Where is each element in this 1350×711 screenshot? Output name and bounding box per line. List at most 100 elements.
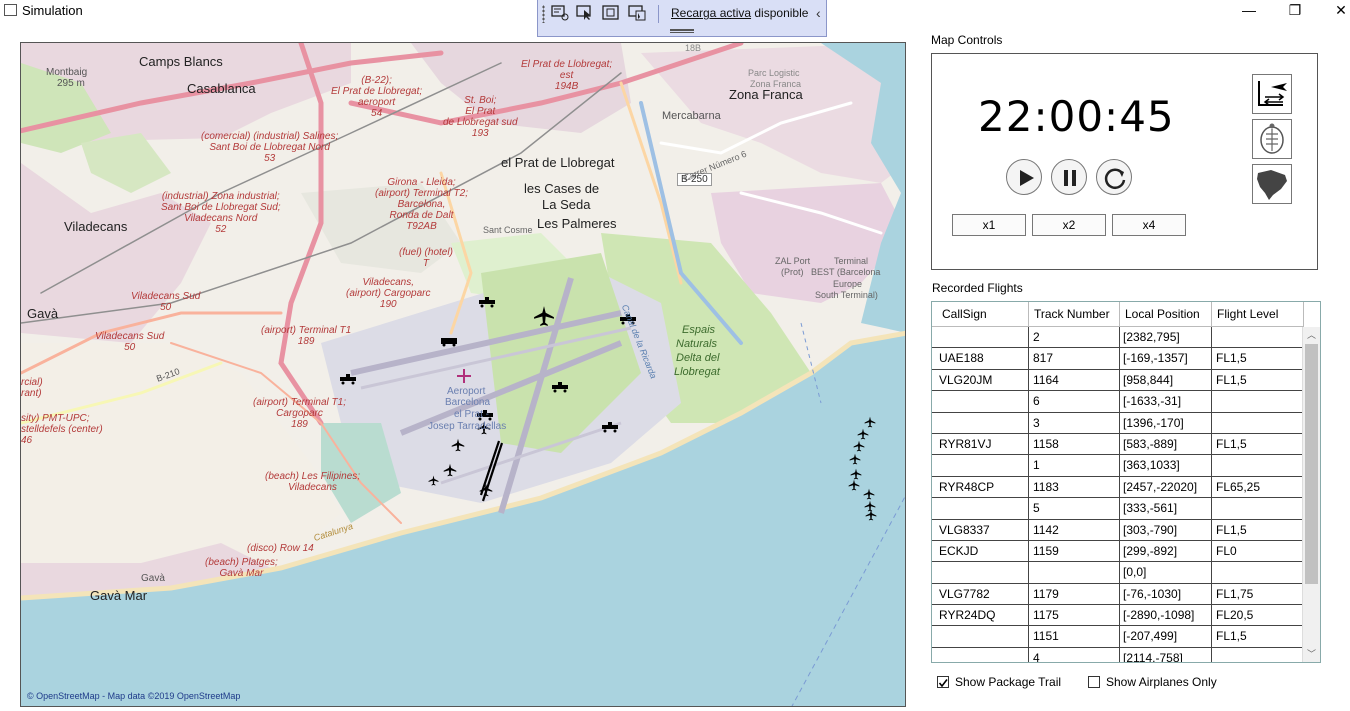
airplane-icon[interactable]: [428, 475, 439, 486]
airplane-icon[interactable]: [857, 428, 869, 440]
cell-callsign[interactable]: RYR48CP: [932, 476, 1029, 498]
airplane-icon[interactable]: [864, 416, 876, 428]
cell-callsign[interactable]: [932, 562, 1029, 583]
table-scrollbar[interactable]: ︿ ﹀: [1302, 327, 1320, 662]
cell-local-position[interactable]: [299,-892]: [1120, 540, 1212, 562]
cell-track-number[interactable]: 5: [1029, 498, 1120, 519]
cell-callsign[interactable]: [932, 498, 1029, 519]
cell-callsign[interactable]: [932, 455, 1029, 476]
catalonia-view-button[interactable]: [1252, 164, 1292, 204]
ground-vehicle-icon[interactable]: [601, 421, 619, 433]
screen-settings-icon[interactable]: [551, 5, 569, 21]
cell-flight-level[interactable]: [1212, 391, 1304, 412]
cell-local-position[interactable]: [0,0]: [1120, 562, 1212, 583]
drag-grip-icon[interactable]: [542, 5, 545, 23]
table-row[interactable]: 2 [2382,795]: [932, 327, 1304, 349]
show-airplanes-only-label[interactable]: Show Airplanes Only: [1106, 675, 1217, 689]
cell-track-number[interactable]: 1151: [1029, 626, 1120, 647]
cell-flight-level[interactable]: [1212, 327, 1304, 348]
table-row[interactable]: VLG7782 1179 [-76,-1030] FL1,75: [932, 583, 1304, 606]
cell-local-position[interactable]: [363,1033]: [1120, 455, 1212, 476]
cell-flight-level[interactable]: [1212, 412, 1304, 433]
airplane-icon[interactable]: [451, 438, 465, 452]
speed-x4-button[interactable]: x4: [1112, 214, 1186, 236]
table-row[interactable]: RYR24DQ 1175 [-2890,-1098] FL20,5: [932, 605, 1304, 627]
airplane-icon[interactable]: [849, 453, 861, 465]
column-header-track-number[interactable]: Track Number: [1029, 302, 1120, 326]
airplane-icon[interactable]: [853, 440, 865, 452]
cell-track-number[interactable]: 1164: [1029, 369, 1120, 391]
speed-x1-button[interactable]: x1: [952, 214, 1026, 236]
cell-local-position[interactable]: [-76,-1030]: [1120, 583, 1212, 605]
cell-local-position[interactable]: [2382,795]: [1120, 327, 1212, 348]
cell-flight-level[interactable]: FL65,25: [1212, 476, 1304, 498]
cell-local-position[interactable]: [-2890,-1098]: [1120, 605, 1212, 626]
table-row[interactable]: RYR48CP 1183 [2457,-22020] FL65,25: [932, 476, 1304, 499]
cell-callsign[interactable]: VLG20JM: [932, 369, 1029, 391]
cell-local-position[interactable]: [1396,-170]: [1120, 412, 1212, 433]
cell-track-number[interactable]: 6: [1029, 391, 1120, 412]
cell-track-number[interactable]: 1: [1029, 455, 1120, 476]
recorded-flights-table[interactable]: CallSign Track Number Local Position Fli…: [931, 301, 1321, 663]
show-airplanes-only-checkbox[interactable]: [1088, 676, 1100, 688]
cell-track-number[interactable]: 1183: [1029, 476, 1120, 498]
cell-callsign[interactable]: [932, 327, 1029, 348]
cell-callsign[interactable]: VLG8337: [932, 519, 1029, 540]
cell-local-position[interactable]: [303,-790]: [1120, 519, 1212, 540]
speed-x2-button[interactable]: x2: [1032, 214, 1106, 236]
table-row[interactable]: 3 [1396,-170]: [932, 412, 1304, 434]
cell-callsign[interactable]: [932, 626, 1029, 647]
column-header-callsign[interactable]: CallSign: [932, 302, 1029, 326]
cell-track-number[interactable]: 1142: [1029, 519, 1120, 540]
cell-local-position[interactable]: [2114,-758]: [1120, 647, 1212, 662]
cell-local-position[interactable]: [583,-889]: [1120, 433, 1212, 455]
cell-callsign[interactable]: UAE188: [932, 348, 1029, 369]
table-row[interactable]: 4 [2114,-758]: [932, 647, 1304, 662]
minimize-button[interactable]: —: [1226, 0, 1272, 22]
cell-local-position[interactable]: [-207,499]: [1120, 626, 1212, 647]
cell-callsign[interactable]: [932, 391, 1029, 412]
pointer-select-icon[interactable]: [576, 5, 594, 21]
ground-vehicle-icon[interactable]: [551, 381, 569, 393]
fit-screen-icon[interactable]: [602, 5, 620, 21]
cell-local-position[interactable]: [958,844]: [1120, 369, 1212, 391]
recharge-status[interactable]: Recarga activa disponible: [671, 6, 808, 20]
cell-flight-level[interactable]: FL1,5: [1212, 369, 1304, 391]
remote-control-icon[interactable]: [628, 5, 646, 21]
cell-callsign[interactable]: VLG7782: [932, 583, 1029, 605]
cell-track-number[interactable]: 1175: [1029, 605, 1120, 626]
cell-flight-level[interactable]: FL1,5: [1212, 348, 1304, 369]
table-row[interactable]: ECKJD 1159 [299,-892] FL0: [932, 540, 1304, 563]
airplane-icon[interactable]: [479, 483, 493, 497]
cell-local-position[interactable]: [-1633,-31]: [1120, 391, 1212, 412]
table-row[interactable]: [0,0]: [932, 562, 1304, 584]
cell-flight-level[interactable]: [1212, 647, 1304, 662]
airplane-icon[interactable]: [443, 463, 457, 477]
cell-track-number[interactable]: 2: [1029, 327, 1120, 348]
collapse-chevron-icon[interactable]: ‹: [816, 5, 821, 21]
maximize-button[interactable]: ❐: [1272, 0, 1318, 22]
cell-callsign[interactable]: ECKJD: [932, 540, 1029, 562]
table-row[interactable]: 5 [333,-561]: [932, 498, 1304, 520]
table-row[interactable]: VLG8337 1142 [303,-790] FL1,5: [932, 519, 1304, 541]
cell-local-position[interactable]: [2457,-22020]: [1120, 476, 1212, 498]
map-attribution[interactable]: © OpenStreetMap - Map data ©2019 OpenStr…: [27, 691, 240, 701]
cell-flight-level[interactable]: [1212, 498, 1304, 519]
ground-vehicle-icon[interactable]: [478, 296, 496, 308]
airplane-icon[interactable]: [533, 305, 555, 327]
cell-local-position[interactable]: [-169,-1357]: [1120, 348, 1212, 369]
airplane-icon[interactable]: [865, 509, 877, 521]
airplane-icon[interactable]: [848, 479, 860, 491]
recharge-link[interactable]: Recarga activa: [671, 6, 751, 20]
close-button[interactable]: ✕: [1318, 0, 1350, 22]
show-package-trail-checkbox[interactable]: [937, 676, 949, 688]
table-row[interactable]: VLG20JM 1164 [958,844] FL1,5: [932, 369, 1304, 392]
cell-track-number[interactable]: 1159: [1029, 540, 1120, 562]
airport-view-button[interactable]: [1252, 74, 1292, 114]
cell-callsign[interactable]: RYR24DQ: [932, 605, 1029, 626]
scroll-down-arrow-icon[interactable]: ﹀: [1303, 646, 1320, 662]
cell-callsign[interactable]: [932, 412, 1029, 433]
cell-flight-level[interactable]: FL1,5: [1212, 433, 1304, 455]
column-header-local-position[interactable]: Local Position: [1120, 302, 1212, 326]
cell-flight-level[interactable]: FL1,5: [1212, 626, 1304, 647]
